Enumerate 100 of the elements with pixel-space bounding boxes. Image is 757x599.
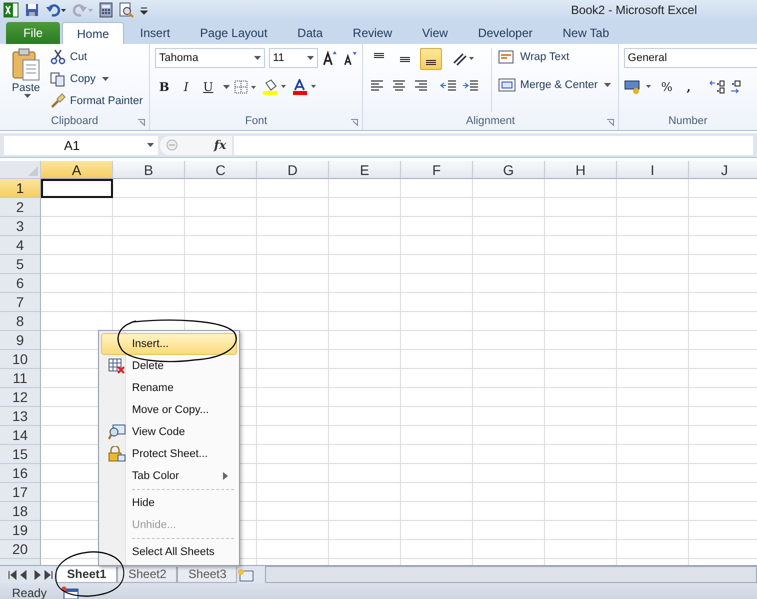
caret-icon[interactable] (306, 56, 314, 60)
cell[interactable] (257, 255, 329, 274)
cell[interactable] (473, 502, 545, 521)
column-header[interactable]: C (185, 161, 257, 179)
macro-record-icon[interactable] (60, 586, 79, 599)
menu-item[interactable]: Tab Color (101, 465, 237, 487)
calculator-icon[interactable] (99, 2, 113, 18)
row-header[interactable]: 15 (0, 445, 41, 464)
cell[interactable] (473, 388, 545, 407)
cell[interactable] (473, 464, 545, 483)
cell[interactable] (113, 179, 185, 198)
cell[interactable] (329, 274, 401, 293)
cell[interactable] (617, 255, 689, 274)
menu-item[interactable]: Hide (101, 487, 237, 514)
cell[interactable] (617, 217, 689, 236)
cell[interactable] (545, 274, 617, 293)
cell[interactable] (401, 540, 473, 559)
cell[interactable] (401, 331, 473, 350)
cell[interactable] (617, 236, 689, 255)
cell[interactable] (329, 236, 401, 255)
sheet-tab[interactable]: Sheet2 (117, 566, 178, 582)
orientation-icon[interactable] (452, 51, 476, 67)
cell[interactable] (617, 521, 689, 540)
cell[interactable] (41, 274, 113, 293)
dialog-launcher-icon[interactable] (138, 119, 146, 126)
cell[interactable] (545, 179, 617, 198)
cell[interactable] (473, 179, 545, 198)
cell[interactable] (545, 388, 617, 407)
cell[interactable] (473, 312, 545, 331)
cell[interactable] (185, 179, 257, 198)
cell[interactable] (401, 521, 473, 540)
cell[interactable] (257, 198, 329, 217)
row-header[interactable]: 4 (0, 236, 41, 255)
ribbon-tab[interactable]: Data (283, 22, 337, 44)
menu-item[interactable]: Insert... (101, 333, 237, 355)
format-painter-button[interactable]: Format Painter (50, 92, 143, 110)
cell[interactable] (329, 521, 401, 540)
cell[interactable] (257, 331, 329, 350)
cell[interactable] (545, 464, 617, 483)
cell[interactable] (401, 198, 473, 217)
font-size-field[interactable]: 11 (268, 48, 318, 68)
cell[interactable] (257, 445, 329, 464)
cell[interactable] (401, 274, 473, 293)
cell[interactable] (257, 350, 329, 369)
cell[interactable] (617, 502, 689, 521)
row-header[interactable]: 17 (0, 483, 41, 502)
row-header[interactable]: 13 (0, 407, 41, 426)
ribbon-tab[interactable]: Developer (464, 22, 547, 44)
sheet-tab[interactable]: Sheet1 (56, 566, 118, 582)
currency-icon[interactable] (624, 79, 654, 95)
cell[interactable] (41, 236, 113, 255)
cell[interactable] (545, 217, 617, 236)
menu-item[interactable]: Delete (101, 355, 237, 377)
font-color-icon[interactable] (292, 79, 318, 95)
select-all-button[interactable] (0, 161, 41, 179)
fill-color-icon[interactable] (262, 79, 288, 95)
merge-center-button[interactable]: Merge & Center (498, 76, 611, 94)
ribbon-tab[interactable]: View (408, 22, 462, 44)
cell[interactable] (113, 293, 185, 312)
cell[interactable] (257, 312, 329, 331)
cell[interactable] (185, 198, 257, 217)
cell[interactable] (617, 179, 689, 198)
cell[interactable] (185, 255, 257, 274)
cell[interactable] (617, 540, 689, 559)
cell[interactable] (257, 217, 329, 236)
cell[interactable] (329, 179, 401, 198)
cell[interactable] (617, 388, 689, 407)
cell[interactable] (329, 369, 401, 388)
cell[interactable] (545, 445, 617, 464)
row-header[interactable]: 18 (0, 502, 41, 521)
cell[interactable] (401, 483, 473, 502)
cell[interactable] (329, 388, 401, 407)
column-header[interactable]: D (257, 161, 329, 179)
cell[interactable] (401, 369, 473, 388)
cell[interactable] (257, 502, 329, 521)
cell[interactable] (185, 217, 257, 236)
row-header[interactable]: 6 (0, 274, 41, 293)
row-header[interactable]: 11 (0, 369, 41, 388)
cell[interactable] (257, 388, 329, 407)
cut-button[interactable]: Cut (50, 48, 143, 66)
cell[interactable] (473, 369, 545, 388)
cell[interactable] (329, 407, 401, 426)
decrease-decimal-icon[interactable] (730, 79, 742, 95)
cell[interactable] (329, 350, 401, 369)
row-header[interactable]: 19 (0, 521, 41, 540)
cell[interactable] (473, 521, 545, 540)
ribbon-tab[interactable]: Home (62, 22, 124, 44)
ribbon-tab[interactable]: Page Layout (186, 22, 282, 44)
cell[interactable] (473, 198, 545, 217)
caret-icon[interactable] (102, 77, 109, 81)
underline-button[interactable]: U (199, 78, 218, 96)
cell[interactable] (401, 255, 473, 274)
undo-icon[interactable] (45, 2, 67, 18)
cell[interactable] (473, 293, 545, 312)
column-header[interactable]: H (545, 161, 617, 179)
cell[interactable] (617, 331, 689, 350)
cell[interactable] (329, 293, 401, 312)
paste-button[interactable]: Paste (5, 48, 47, 112)
column-header[interactable]: I (617, 161, 689, 179)
grow-font-icon[interactable] (322, 50, 338, 66)
